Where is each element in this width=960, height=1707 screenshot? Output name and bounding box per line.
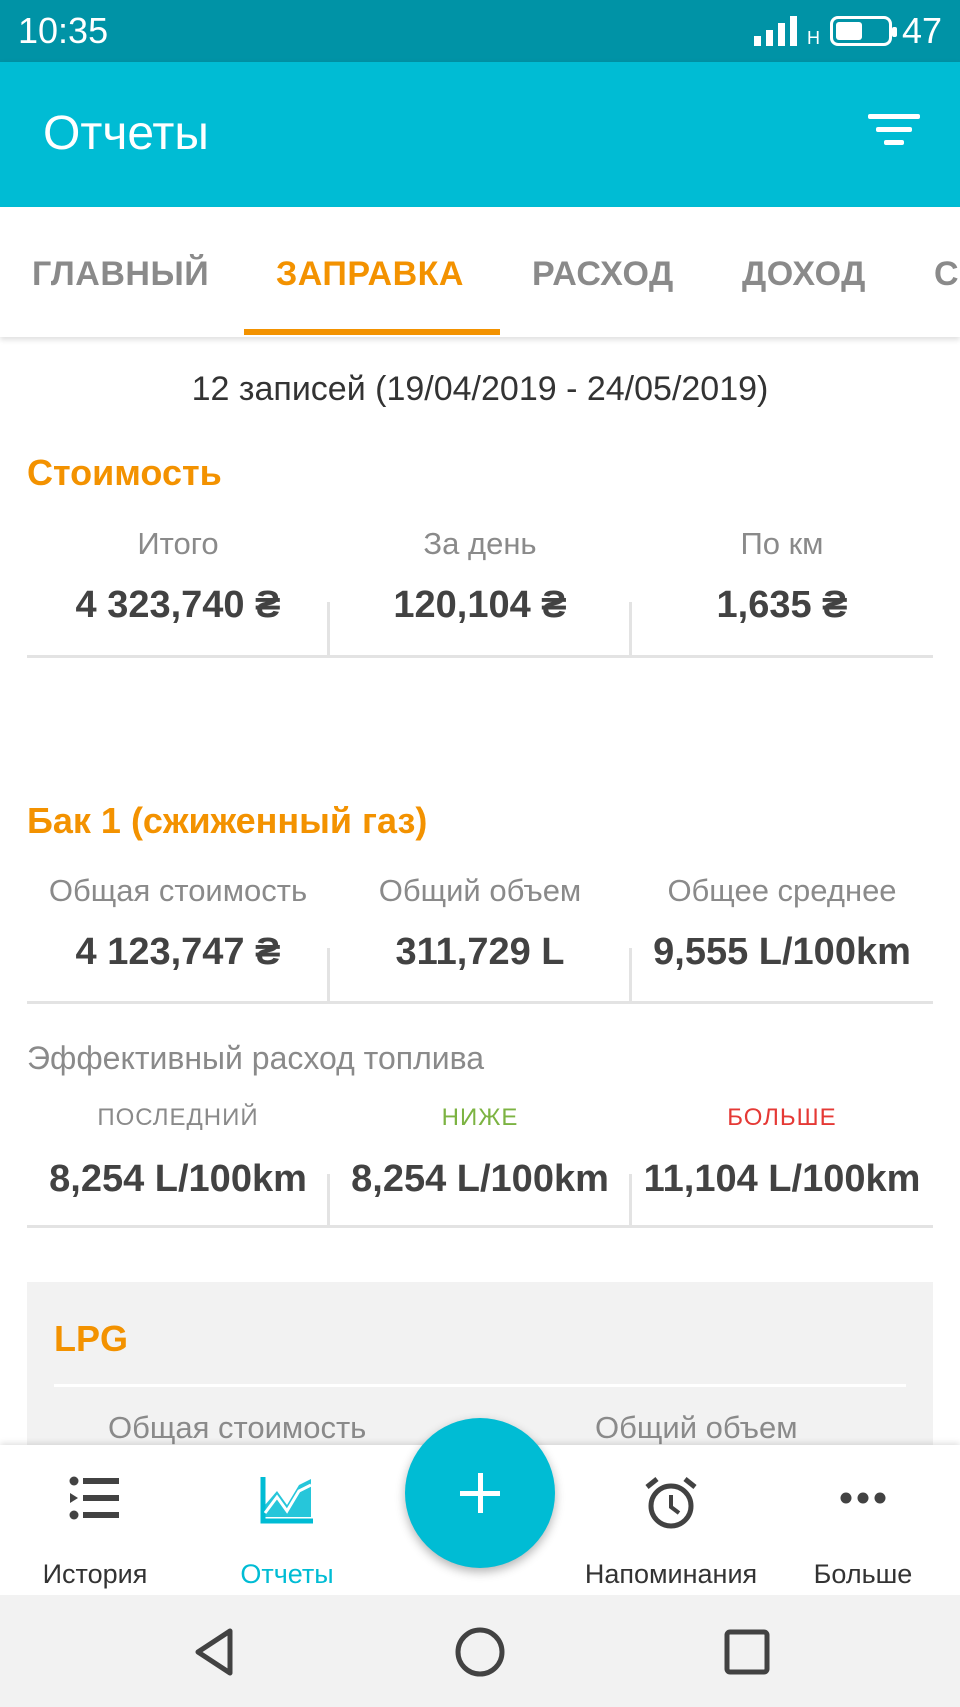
efficiency-title: Эффективный расход топлива [27, 1040, 485, 1076]
stat-label: НИЖЕ [441, 1104, 519, 1131]
efficiency-stats: ПОСЛЕДНИЙ 8,254 L/100km НИЖЕ 8,254 L/100… [27, 1104, 933, 1228]
tank-total-volume: Общий объем 311,729 L [329, 873, 631, 974]
stat-value: 4 323,740 ₴ [75, 584, 281, 626]
network-type: H [806, 27, 820, 48]
stat-label: За день [423, 526, 537, 561]
divider [327, 1174, 330, 1228]
tank-total-average: Общее среднее 9,555 L/100km [631, 873, 933, 974]
stat-label: Общее среднее [667, 873, 897, 908]
list-icon [69, 1476, 119, 1520]
nav-label: Больше [813, 1559, 913, 1589]
battery-percent: 47 [901, 10, 942, 51]
lpg-total-volume-label: Общий объем [595, 1410, 798, 1445]
tab-more[interactable]: С [934, 255, 959, 294]
efficiency-lower: НИЖЕ 8,254 L/100km [329, 1104, 631, 1201]
status-bar: 10:35 H 47 [0, 0, 960, 62]
nav-history[interactable]: История [0, 1445, 190, 1595]
efficiency-higher: БОЛЬШЕ 11,104 L/100km [631, 1104, 933, 1201]
tab-main[interactable]: ГЛАВНЫЙ [32, 255, 209, 294]
alarm-clock-icon [645, 1477, 697, 1529]
stat-value: 1,635 ₴ [716, 584, 848, 626]
page-title: Отчеты [43, 107, 209, 160]
tab-indicator [244, 329, 500, 335]
tab-refuel[interactable]: ЗАПРАВКА [276, 255, 464, 294]
lpg-card-title: LPG [54, 1318, 129, 1359]
stat-value: 9,555 L/100km [653, 931, 911, 973]
tab-expense[interactable]: РАСХОД [532, 255, 674, 294]
divider [629, 948, 632, 1004]
stat-value: 120,104 ₴ [393, 584, 567, 626]
nav-label: Напоминания [584, 1559, 758, 1589]
stat-label: ПОСЛЕДНИЙ [97, 1104, 259, 1131]
divider [629, 602, 632, 658]
stat-label: По км [740, 526, 824, 561]
cost-per-day: За день 120,104 ₴ [329, 526, 631, 627]
cost-per-km: По км 1,635 ₴ [631, 526, 933, 627]
home-circle-icon[interactable] [453, 1625, 507, 1679]
back-triangle-icon[interactable] [188, 1625, 242, 1679]
stat-value: 311,729 L [395, 931, 565, 973]
nav-more[interactable]: Больше [768, 1445, 958, 1595]
stat-value: 11,104 L/100km [643, 1158, 921, 1200]
tank-stats: Общая стоимость 4 123,747 ₴ Общий объем … [27, 873, 933, 1004]
battery-icon [829, 16, 897, 46]
divider [54, 1384, 906, 1387]
divider [327, 602, 330, 658]
stat-label: Общая стоимость [48, 873, 308, 908]
lpg-total-cost-label: Общая стоимость [108, 1410, 367, 1445]
nav-reminders[interactable]: Напоминания [576, 1445, 766, 1595]
filter-icon[interactable] [868, 114, 920, 154]
tank-section-title: Бак 1 (сжиженный газ) [27, 800, 428, 841]
signal-icon [753, 16, 797, 46]
cost-total: Итого 4 323,740 ₴ [27, 526, 329, 627]
app-bar: Отчеты [0, 62, 960, 207]
stat-label: Общий объем [378, 873, 582, 908]
recents-square-icon[interactable] [720, 1625, 774, 1679]
tab-bar: ГЛАВНЫЙ ЗАПРАВКА РАСХОД ДОХОД С [0, 207, 960, 337]
tab-income[interactable]: ДОХОД [742, 255, 866, 294]
stat-value: 4 123,747 ₴ [75, 931, 281, 973]
tank-total-cost: Общая стоимость 4 123,747 ₴ [27, 873, 329, 974]
nav-label: История [42, 1559, 148, 1589]
records-summary: 12 записей (19/04/2019 - 24/05/2019) [191, 370, 769, 408]
add-record-button[interactable] [405, 1418, 555, 1568]
nav-label: Отчеты [240, 1559, 334, 1589]
stat-value: 8,254 L/100km [351, 1158, 609, 1200]
stat-label: Итого [137, 526, 219, 561]
plus-icon [460, 1473, 500, 1513]
stat-label: БОЛЬШЕ [727, 1104, 837, 1131]
status-indicators: H 47 [753, 10, 942, 52]
more-dots-icon [840, 1492, 886, 1504]
system-navigation-bar [0, 1595, 960, 1707]
status-time: 10:35 [18, 10, 109, 51]
efficiency-last: ПОСЛЕДНИЙ 8,254 L/100km [27, 1104, 329, 1201]
cost-section-title: Стоимость [27, 452, 222, 493]
divider [327, 948, 330, 1004]
cost-stats: Итого 4 323,740 ₴ За день 120,104 ₴ По к… [27, 526, 933, 658]
divider [629, 1174, 632, 1228]
chart-icon [260, 1477, 313, 1524]
nav-reports[interactable]: Отчеты [192, 1445, 382, 1595]
stat-value: 8,254 L/100km [49, 1158, 307, 1200]
